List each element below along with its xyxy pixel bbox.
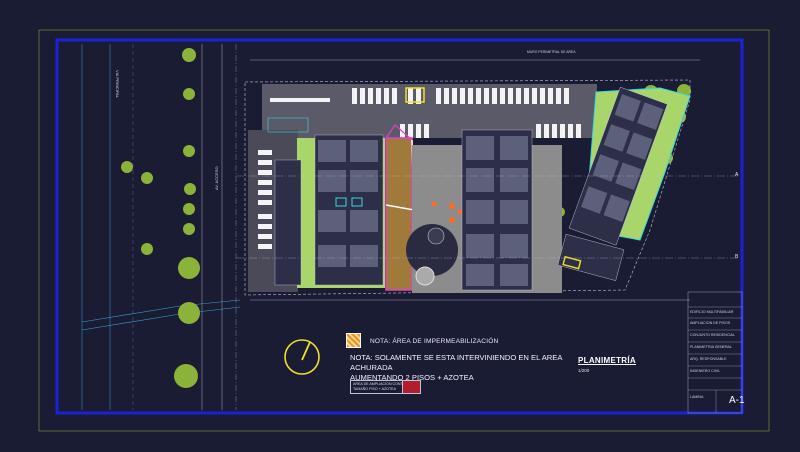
left-building bbox=[314, 134, 384, 286]
tree bbox=[182, 48, 196, 62]
orange-shrub bbox=[449, 203, 455, 209]
title-block-row: ARQ. RESPONSABLE bbox=[690, 357, 727, 361]
area-legend-red-swatch bbox=[402, 380, 421, 394]
legend-title: NOTA: ÁREA DE IMPERMEABILIZACIÓN bbox=[370, 338, 499, 345]
street-label-access: AV. ACCESO bbox=[214, 166, 219, 190]
central-building bbox=[461, 129, 533, 291]
title-block-row: AMPLIACION DE PISOS bbox=[690, 321, 731, 325]
plan-scale: 1/200 bbox=[578, 368, 590, 373]
intervention-note: NOTA: SOLAMENTE SE ESTA INTERVINIENDO EN… bbox=[350, 353, 580, 383]
planter bbox=[427, 227, 445, 245]
tree bbox=[183, 223, 195, 235]
hatched-intervention-area bbox=[385, 137, 413, 291]
tree bbox=[121, 161, 133, 173]
street-label-main: VIA PRINCIPAL bbox=[115, 70, 120, 99]
tree bbox=[141, 172, 153, 184]
orange-shrub bbox=[457, 209, 463, 215]
tree bbox=[178, 257, 200, 279]
title-block-row: LAMINA bbox=[690, 395, 704, 399]
sheet-code: A-1 bbox=[729, 395, 745, 406]
title-block-row: CONJUNTO RESIDENCIAL bbox=[690, 333, 735, 337]
title-block-row: INGENIERO CIVIL bbox=[690, 369, 721, 373]
note-line-1: NOTA: SOLAMENTE SE ESTA INTERVINIENDO EN… bbox=[350, 353, 562, 372]
hatch-legend-swatch bbox=[346, 333, 361, 348]
fountain bbox=[415, 266, 435, 286]
tree bbox=[141, 243, 153, 255]
orange-shrub bbox=[431, 201, 437, 207]
north-arrow-needle bbox=[301, 341, 311, 361]
plan-title: PLANIMETRÍA bbox=[578, 356, 636, 365]
tree bbox=[178, 302, 200, 324]
title-block-row: EDIFICIO MULTIFAMILIAR bbox=[690, 310, 734, 314]
street-lines bbox=[81, 44, 237, 410]
tree bbox=[183, 88, 195, 100]
axis-label-b: B bbox=[735, 254, 739, 260]
tree bbox=[183, 203, 195, 215]
left-lower-building bbox=[274, 159, 302, 286]
axis-label-a: A bbox=[735, 172, 739, 178]
tree bbox=[183, 145, 195, 157]
title-block-row: PLANIMETRIA GENERAL bbox=[690, 345, 732, 349]
access-path bbox=[81, 299, 241, 331]
north-arrow bbox=[284, 339, 320, 375]
top-label: MURO PERIMETRAL DE AREA bbox=[527, 50, 576, 54]
orange-shrub bbox=[449, 217, 455, 223]
tree bbox=[184, 183, 196, 195]
tree bbox=[174, 364, 198, 388]
